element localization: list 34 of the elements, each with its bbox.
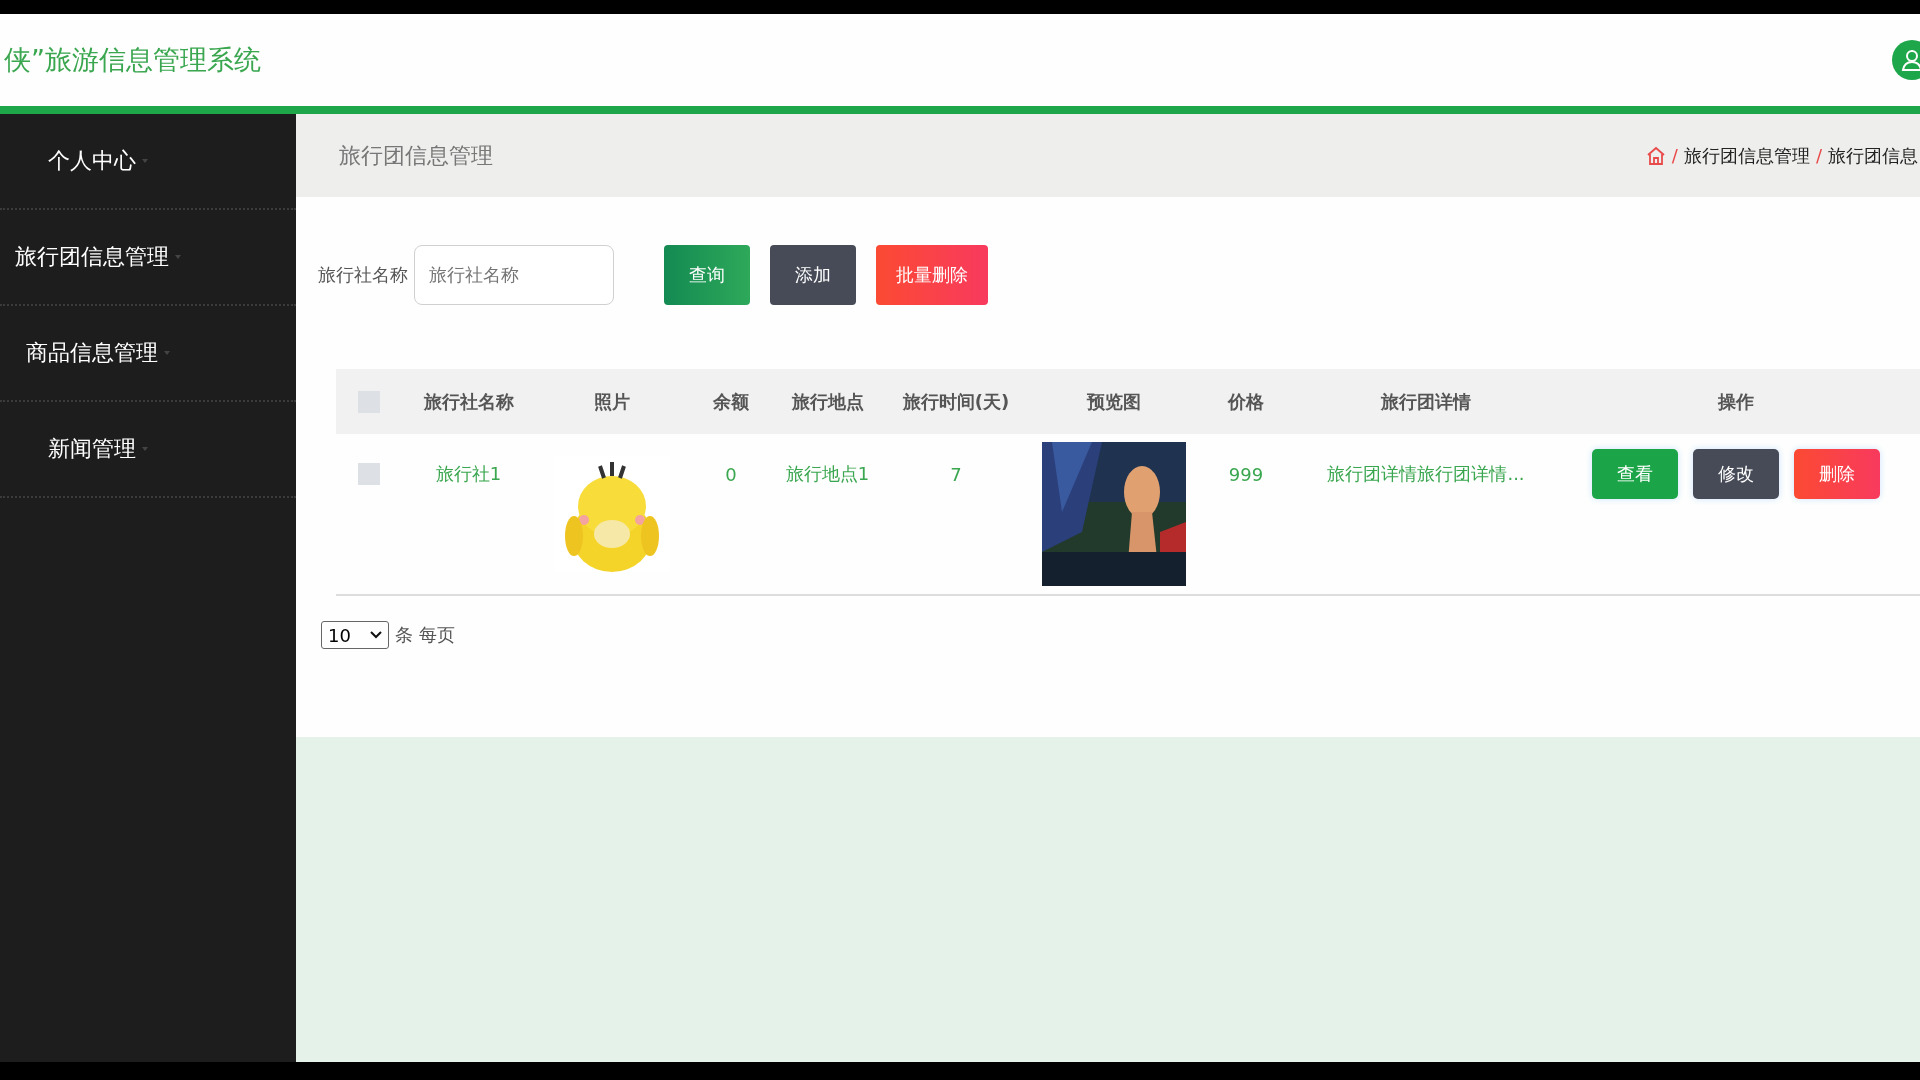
column-header: 旅行团详情 <box>1380 389 1472 414</box>
home-icon[interactable] <box>1645 145 1666 166</box>
delete-button[interactable]: 批量删除 <box>876 244 988 305</box>
breadcrumb-link[interactable]: 旅行团信息 <box>1828 143 1918 168</box>
breadcrumb-link[interactable]: 旅行团信息管理 <box>1683 143 1810 168</box>
column-header: 价格 <box>1226 389 1265 414</box>
table-cell-text: 999 <box>1227 462 1265 487</box>
column-header: 余额 <box>712 389 750 414</box>
breadcrumb-separator: / <box>1671 145 1678 166</box>
column-header: 旅行地点 <box>790 389 865 414</box>
table-cell-text: 0 <box>724 462 738 487</box>
chevron-down-icon <box>370 631 382 639</box>
table-cell-text: 旅行地点1 <box>784 462 871 486</box>
page-title: 旅行团信息管理 <box>338 141 493 170</box>
column-header: 照片 <box>593 389 631 414</box>
table-cell-text: 旅行团详情旅行团详情... <box>1326 462 1526 486</box>
search-field[interactable]: 旅行社名称 <box>414 244 614 305</box>
table-cell-text: 7 <box>949 462 963 487</box>
app-title: 侠”旅游信息管理系统 <box>3 43 261 77</box>
column-header: 操作 <box>1717 389 1755 414</box>
column-header: 旅行社名称 <box>422 389 515 414</box>
search-button[interactable]: 查询 <box>664 244 750 305</box>
row-checkbox[interactable] <box>357 463 380 485</box>
delete-button[interactable]: 删除 <box>1794 449 1880 499</box>
page-size-label: 条 每页 <box>395 623 455 647</box>
column-header: 预览图 <box>1085 389 1142 414</box>
edit-button[interactable]: 修改 <box>1693 449 1779 499</box>
column-header: 旅行时间(天) <box>901 389 1011 414</box>
search-label: 旅行社名称 <box>318 262 408 287</box>
page-size-select[interactable]: 10 <box>321 621 389 649</box>
add-button[interactable]: 添加 <box>770 244 856 305</box>
user-avatar-icon[interactable] <box>1892 40 1920 80</box>
breadcrumb-separator: / <box>1815 145 1822 166</box>
table-cell-text: 旅行社1 <box>434 462 503 486</box>
